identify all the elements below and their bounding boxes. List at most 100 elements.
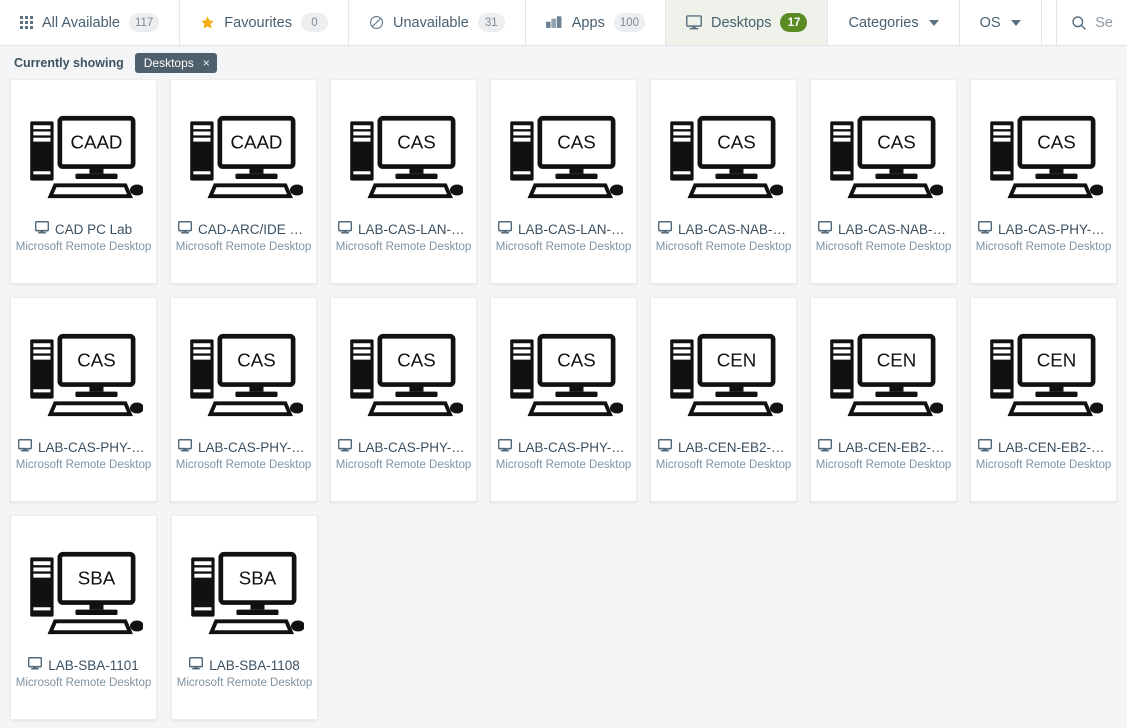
desktop-grid: CAAD CAD PC Lab Microsoft Remote Desktop…	[0, 79, 1127, 728]
monitor-icon	[657, 221, 673, 234]
desktop-card-title: LAB-CAS-PHY-019	[11, 439, 156, 455]
desktop-name: LAB-CAS-PHY-019	[38, 439, 149, 455]
desktop-card-title: LAB-CAS-PHY-118	[491, 439, 636, 455]
desktop-card-subtitle: Microsoft Remote Desktop	[815, 459, 952, 471]
desktop-name: LAB-CAS-LAN-115	[518, 221, 629, 237]
svg-text:CAS: CAS	[557, 350, 595, 371]
prohibited-icon	[369, 15, 384, 30]
tab-label: Favourites	[224, 14, 292, 31]
desktop-card[interactable]: CAS LAB-CAS-PHY-019 Microsoft Remote Des…	[10, 297, 157, 502]
search-input[interactable]: Se	[1057, 0, 1127, 45]
monitor-icon	[977, 221, 993, 237]
tab-bar-spacer	[1041, 0, 1058, 45]
tab-all-available[interactable]: All Available 117	[0, 0, 181, 45]
desktop-name: LAB-CAS-NAB-105	[838, 221, 949, 237]
desktop-card[interactable]: CAAD CAD PC Lab Microsoft Remote Desktop	[10, 79, 157, 284]
monitor-icon	[337, 221, 353, 237]
desktop-thumbnail: CAS	[185, 320, 303, 432]
top-tab-bar: All Available 117 Favourites 0 Unavailab…	[0, 0, 1127, 46]
desktop-computer-icon: CAAD	[189, 115, 303, 199]
desktop-row: CAS LAB-CAS-PHY-019 Microsoft Remote Des…	[10, 297, 1117, 502]
svg-text:CAS: CAS	[1037, 132, 1075, 153]
desktop-name: LAB-SBA-1101	[48, 657, 139, 673]
tab-label: All Available	[42, 14, 120, 31]
desktop-card[interactable]: CAS LAB-CAS-NAB-105 Microsoft Remote Des…	[810, 79, 957, 284]
desktop-thumbnail: CAS	[505, 320, 623, 432]
desktop-name: LAB-CAS-PHY-107	[358, 439, 469, 455]
desktop-card[interactable]: CAS LAB-CAS-PHY-106 Microsoft Remote Des…	[170, 297, 317, 502]
desktop-card-title: LAB-SBA-1101	[11, 657, 156, 673]
desktop-thumbnail: CAAD	[25, 102, 143, 214]
svg-text:CAS: CAS	[557, 132, 595, 153]
desktop-card-subtitle: Microsoft Remote Desktop	[175, 241, 312, 253]
desktop-card-title: LAB-CAS-LAN-114	[331, 221, 476, 237]
monitor-icon	[189, 657, 204, 670]
desktop-card[interactable]: CAS LAB-CAS-LAN-114 Microsoft Remote Des…	[330, 79, 477, 284]
svg-text:CEN: CEN	[876, 350, 916, 371]
desktop-card[interactable]: CEN LAB-CEN-EB2-108 Microsoft Remote Des…	[810, 297, 957, 502]
svg-text:CAS: CAS	[397, 132, 435, 153]
desktop-computer-icon: CAS	[509, 333, 623, 417]
desktop-card[interactable]: CAS LAB-CAS-LAN-115 Microsoft Remote Des…	[490, 79, 637, 284]
desktop-card[interactable]: CAAD CAD-ARC/IDE St… Microsoft Remote De…	[170, 79, 317, 284]
svg-text:SBA: SBA	[77, 568, 115, 589]
monitor-icon	[977, 439, 993, 455]
desktop-card[interactable]: CAS LAB-CAS-NAB-003 Microsoft Remote Des…	[650, 79, 797, 284]
tab-favourites[interactable]: Favourites 0	[180, 0, 349, 45]
desktop-name: LAB-CEN-EB2-109	[998, 439, 1109, 455]
monitor-icon	[497, 221, 513, 234]
desktop-name: LAB-SBA-1108	[209, 657, 300, 673]
desktop-card[interactable]: CAS LAB-CAS-PHY-107 Microsoft Remote Des…	[330, 297, 477, 502]
desktop-thumbnail: CAAD	[185, 102, 303, 214]
desktop-computer-icon: CAS	[349, 115, 463, 199]
tab-os[interactable]: OS	[959, 0, 1042, 45]
desktop-name: LAB-CAS-PHY-014	[998, 221, 1109, 237]
tab-label: Unavailable	[392, 14, 469, 31]
desktop-card[interactable]: SBA LAB-SBA-1108 Microsoft Remote Deskto…	[171, 515, 318, 720]
desktop-card-subtitle: Microsoft Remote Desktop	[15, 677, 152, 689]
tab-unavailable[interactable]: Unavailable 31	[348, 0, 526, 45]
monitor-icon	[34, 221, 49, 234]
monitor-icon	[657, 439, 673, 452]
desktop-card[interactable]: CAS LAB-CAS-PHY-014 Microsoft Remote Des…	[970, 79, 1117, 284]
monitor-icon	[817, 221, 833, 237]
desktop-card-title: LAB-CAS-PHY-014	[971, 221, 1116, 237]
desktop-card[interactable]: SBA LAB-SBA-1101 Microsoft Remote Deskto…	[10, 515, 157, 720]
desktop-card-subtitle: Microsoft Remote Desktop	[335, 241, 472, 253]
filter-chip-desktops[interactable]: Desktops ×	[134, 52, 217, 73]
monitor-icon	[977, 439, 993, 452]
desktop-thumbnail: SBA	[25, 538, 143, 650]
desktop-card-title: LAB-CAS-PHY-107	[331, 439, 476, 455]
monitor-icon	[657, 221, 673, 237]
desktop-card[interactable]: CAS LAB-CAS-PHY-118 Microsoft Remote Des…	[490, 297, 637, 502]
tab-count-badge: 117	[128, 13, 160, 32]
monitor-icon	[817, 439, 833, 452]
desktop-card-subtitle: Microsoft Remote Desktop	[175, 459, 312, 471]
tab-desktops[interactable]: Desktops 17	[666, 0, 829, 45]
currently-showing-label: Currently showing	[14, 55, 124, 70]
desktop-card-subtitle: Microsoft Remote Desktop	[655, 459, 792, 471]
desktop-card-title: LAB-CAS-NAB-003	[651, 221, 796, 237]
tab-label: Desktops	[711, 14, 772, 31]
tab-apps[interactable]: Apps 100	[525, 0, 667, 45]
tab-label: Categories	[848, 14, 919, 31]
desktop-computer-icon: CAS	[669, 115, 783, 199]
desktop-card-title: LAB-CEN-EB2-108	[811, 439, 956, 455]
desktop-card-subtitle: Microsoft Remote Desktop	[815, 241, 952, 253]
tab-categories[interactable]: Categories	[828, 0, 960, 45]
desktop-thumbnail: CAS	[345, 102, 463, 214]
desktop-thumbnail: CAS	[665, 102, 783, 214]
desktop-name: LAB-CEN-EB2-104	[678, 439, 789, 455]
desktop-card[interactable]: CEN LAB-CEN-EB2-109 Microsoft Remote Des…	[970, 297, 1117, 502]
tab-label: OS	[979, 14, 1001, 31]
desktop-card-title: LAB-CAS-NAB-105	[811, 221, 956, 237]
desktop-card[interactable]: CEN LAB-CEN-EB2-104 Microsoft Remote Des…	[650, 297, 797, 502]
svg-text:CAS: CAS	[877, 132, 915, 153]
filter-chip-label: Desktops	[143, 55, 194, 70]
close-icon[interactable]: ×	[203, 57, 210, 69]
desktop-card-title: CAD PC Lab	[11, 221, 156, 237]
star-icon	[200, 15, 215, 30]
desktop-card-subtitle: Microsoft Remote Desktop	[495, 459, 632, 471]
svg-text:CAS: CAS	[237, 350, 275, 371]
monitor-icon	[337, 439, 353, 455]
